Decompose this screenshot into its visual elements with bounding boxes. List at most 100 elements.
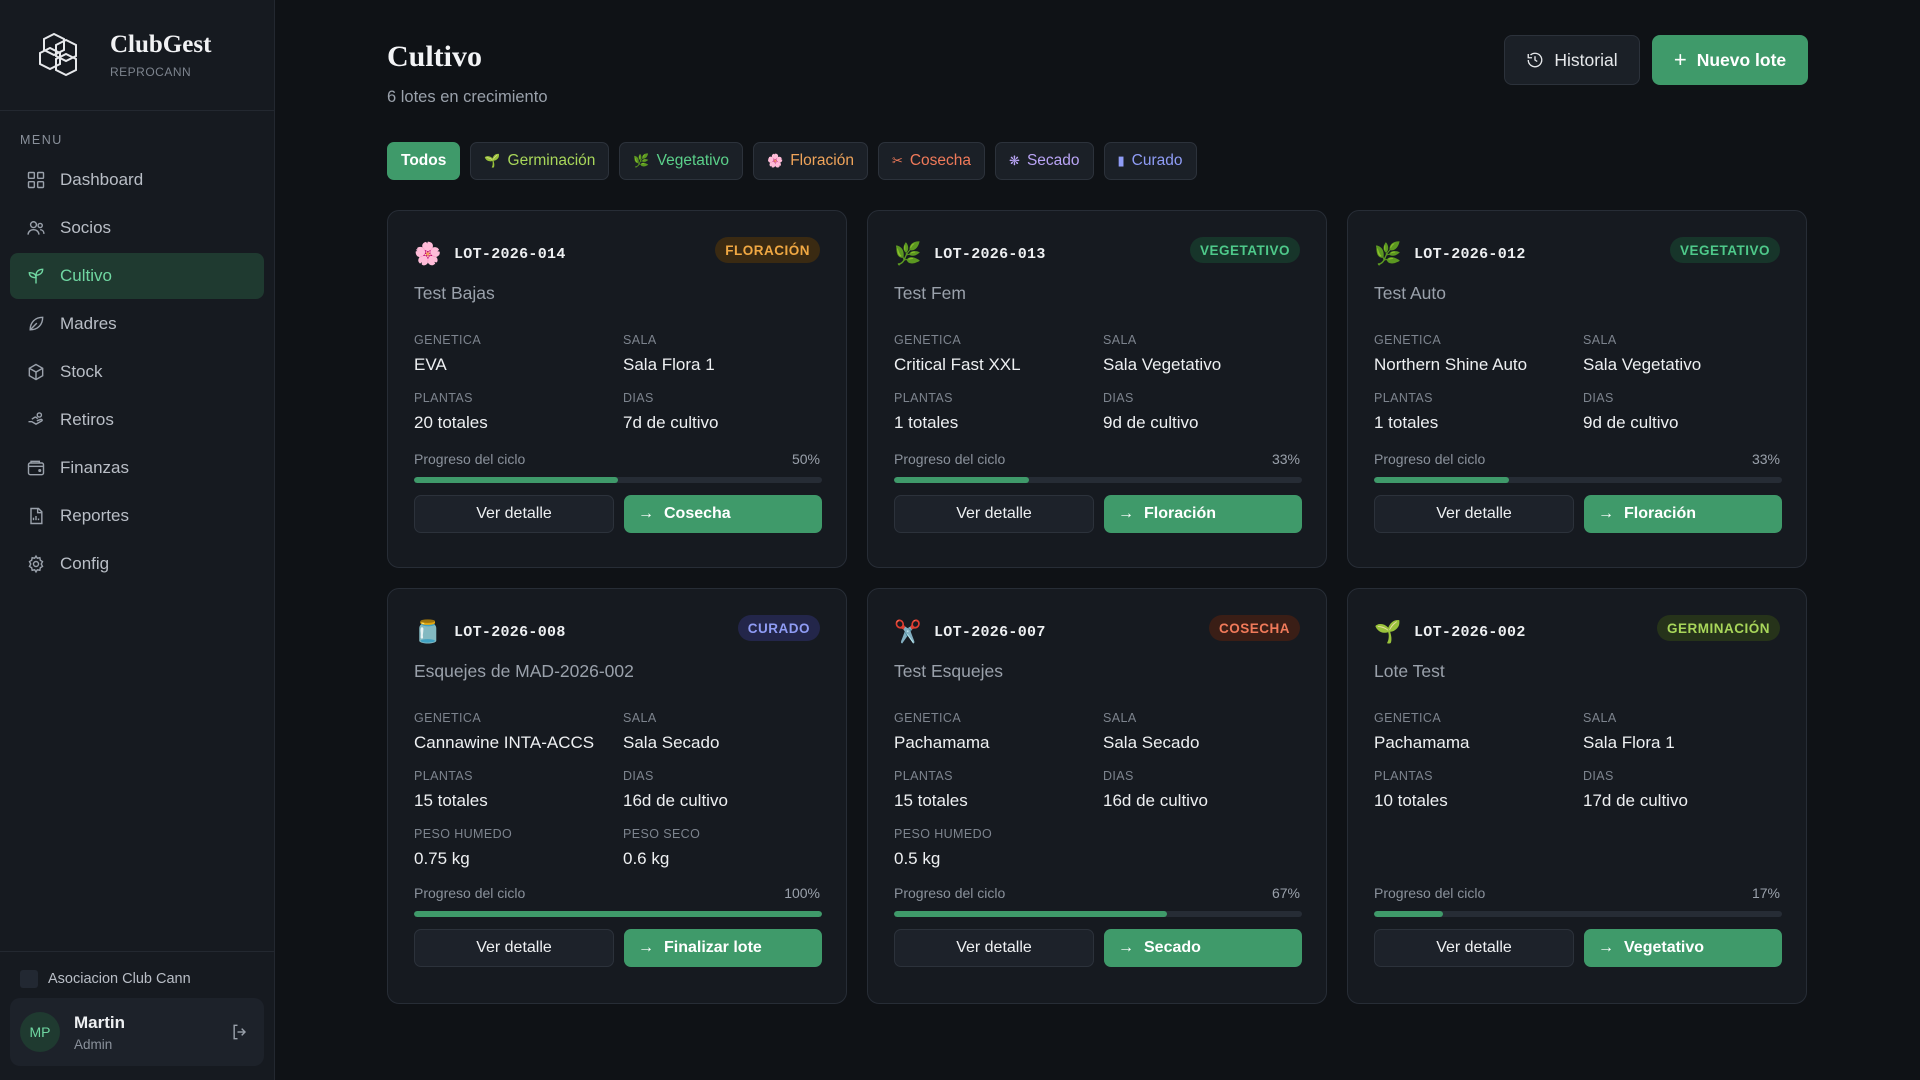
- field-label: DIAS: [1583, 391, 1614, 405]
- herb-icon: 🌿: [894, 241, 922, 266]
- lot-card[interactable]: 🌿 LOT-2026-013 VEGETATIVO Test Fem GENETICA C…: [867, 210, 1327, 568]
- filter-label: Floración: [790, 152, 854, 169]
- herb-icon: 🌿: [1374, 241, 1402, 266]
- sidebar-item-reportes[interactable]: Reportes: [10, 493, 264, 539]
- progress-bar: [414, 477, 822, 483]
- lot-card[interactable]: 🌸 LOT-2026-014 FLORACIÓN Test Bajas GENETICA…: [387, 210, 847, 568]
- menu-label: MENU: [20, 133, 63, 147]
- dias-field: DIAS 17d de cultivo: [1583, 769, 1783, 811]
- arrow-right-icon: →: [1598, 939, 1614, 956]
- field-value: 9d de cultivo: [1103, 413, 1199, 432]
- sidebar-item-retiros[interactable]: Retiros: [10, 397, 264, 443]
- advance-stage-button[interactable]: → Floración: [1104, 495, 1302, 533]
- brand-subtitle: REPROCANN: [110, 65, 192, 79]
- lot-card[interactable]: 🫙 LOT-2026-008 CURADO Esquejes de MAD-2026-…: [387, 588, 847, 1004]
- view-detail-button[interactable]: Ver detalle: [894, 495, 1094, 533]
- genetica-field: GENETICA EVA: [414, 333, 614, 375]
- sprout-icon: [28, 268, 44, 284]
- plantas-field: PLANTAS 1 totales: [1374, 391, 1574, 433]
- sidebar-item-stock[interactable]: Stock: [10, 349, 264, 395]
- field-label: PLANTAS: [414, 769, 473, 783]
- field-value: Sala Vegetativo: [1583, 355, 1702, 374]
- field-value: EVA: [414, 355, 447, 374]
- organization[interactable]: Asociacion Club Cann: [0, 951, 274, 988]
- filter-label: Germinación: [507, 152, 596, 169]
- advance-stage-button[interactable]: → Floración: [1584, 495, 1782, 533]
- lot-card[interactable]: 🌱 LOT-2026-002 GERMINACIÓN Lote Test GENETIC…: [1347, 588, 1807, 1004]
- user-card[interactable]: MP Martin Admin: [10, 998, 264, 1066]
- lot-id: LOT-2026-007: [934, 623, 1046, 641]
- filter-chip[interactable]: ✂ Cosecha: [877, 142, 986, 180]
- lot-name: Test Esquejes: [894, 661, 1003, 681]
- brand[interactable]: ClubGest REPROCANN: [0, 0, 274, 111]
- filter-chip[interactable]: ❋ Secado: [995, 142, 1094, 180]
- view-detail-button[interactable]: Ver detalle: [1374, 495, 1574, 533]
- sidebar-item-cultivo[interactable]: Cultivo: [10, 253, 264, 299]
- sidebar-item-finanzas[interactable]: Finanzas: [10, 445, 264, 491]
- sidebar-item-label: Reportes: [60, 506, 129, 525]
- peso-seco-field: PESO SECO 0.6 kg: [623, 827, 823, 869]
- plantas-field: PLANTAS 15 totales: [414, 769, 614, 811]
- page-subtitle: 6 lotes en crecimiento: [387, 88, 548, 106]
- advance-stage-button[interactable]: → Secado: [1104, 929, 1302, 967]
- arrow-right-icon: →: [638, 505, 654, 522]
- genetica-field: GENETICA Cannawine INTA-ACCS: [414, 711, 614, 753]
- advance-stage-button[interactable]: → Vegetativo: [1584, 929, 1782, 967]
- filter-label: Todos: [401, 152, 447, 169]
- new-lot-label: Nuevo lote: [1696, 49, 1787, 70]
- hand-icon: [28, 412, 43, 425]
- advance-stage-button[interactable]: → Finalizar lote: [624, 929, 822, 967]
- advance-stage-button[interactable]: → Cosecha: [624, 495, 822, 533]
- view-detail-button[interactable]: Ver detalle: [414, 929, 614, 967]
- filter-chip[interactable]: Todos: [387, 142, 461, 180]
- view-detail-button[interactable]: Ver detalle: [894, 929, 1094, 967]
- field-value: Sala Secado: [623, 733, 720, 752]
- field-label: DIAS: [1583, 769, 1614, 783]
- history-label: Historial: [1554, 49, 1618, 70]
- lot-card[interactable]: 🌿 LOT-2026-012 VEGETATIVO Test Auto GENETICA…: [1347, 210, 1807, 568]
- stage-badge: CURADO: [737, 615, 820, 641]
- progress-label: Progreso del ciclo: [414, 451, 526, 467]
- sidebar-item-socios[interactable]: Socios: [10, 205, 264, 251]
- view-detail-button[interactable]: Ver detalle: [1374, 929, 1574, 967]
- sidebar-item-dashboard[interactable]: Dashboard: [10, 157, 264, 203]
- filter-chip[interactable]: 🌿 Vegetativo: [619, 142, 743, 180]
- view-detail-button[interactable]: Ver detalle: [414, 495, 614, 533]
- lot-card[interactable]: ✂️ LOT-2026-007 COSECHA Test Esquejes GENETI…: [867, 588, 1327, 1004]
- page-title: Cultivo: [387, 40, 483, 73]
- field-label: GENETICA: [1374, 333, 1442, 347]
- sidebar-item-label: Config: [60, 554, 110, 573]
- field-label: SALA: [623, 711, 657, 725]
- history-button[interactable]: Historial: [1504, 35, 1640, 85]
- sidebar-item-label: Dashboard: [60, 170, 144, 189]
- sidebar-item-label: Socios: [60, 218, 112, 237]
- field-value: 17d de cultivo: [1583, 791, 1688, 810]
- progress-bar: [894, 477, 1302, 483]
- advance-stage-label: Vegetativo: [1624, 939, 1705, 956]
- lot-name: Test Auto: [1374, 283, 1446, 303]
- stage-icon: 🌱: [484, 153, 501, 168]
- users-icon: [27, 221, 45, 235]
- report-icon: [30, 507, 43, 525]
- field-value: Critical Fast XXL: [894, 355, 1021, 374]
- filter-chip[interactable]: 🌸 Floración: [753, 142, 868, 180]
- filter-label: Curado: [1131, 152, 1183, 169]
- history-icon: [1527, 52, 1543, 68]
- logout-icon[interactable]: [230, 1022, 250, 1042]
- filter-chip[interactable]: 🌱 Germinación: [470, 142, 610, 180]
- field-label: PESO HUMEDO: [414, 827, 513, 841]
- filter-label: Secado: [1026, 152, 1080, 169]
- sidebar-item-config[interactable]: Config: [10, 541, 264, 587]
- sidebar-item-label: Stock: [60, 362, 103, 381]
- arrow-right-icon: →: [1118, 939, 1134, 956]
- sala-field: SALA Sala Flora 1: [1583, 711, 1783, 753]
- sidebar-item-madres[interactable]: Madres: [10, 301, 264, 347]
- filter-chip[interactable]: ▮ Curado: [1103, 142, 1197, 180]
- gear-icon: [28, 554, 44, 574]
- stage-icon: ❋: [1009, 153, 1020, 168]
- field-label: GENETICA: [414, 333, 482, 347]
- box-icon: [28, 363, 44, 381]
- dias-field: DIAS 9d de cultivo: [1103, 391, 1303, 433]
- field-value: 15 totales: [414, 791, 488, 810]
- new-lot-button[interactable]: + Nuevo lote: [1652, 35, 1808, 85]
